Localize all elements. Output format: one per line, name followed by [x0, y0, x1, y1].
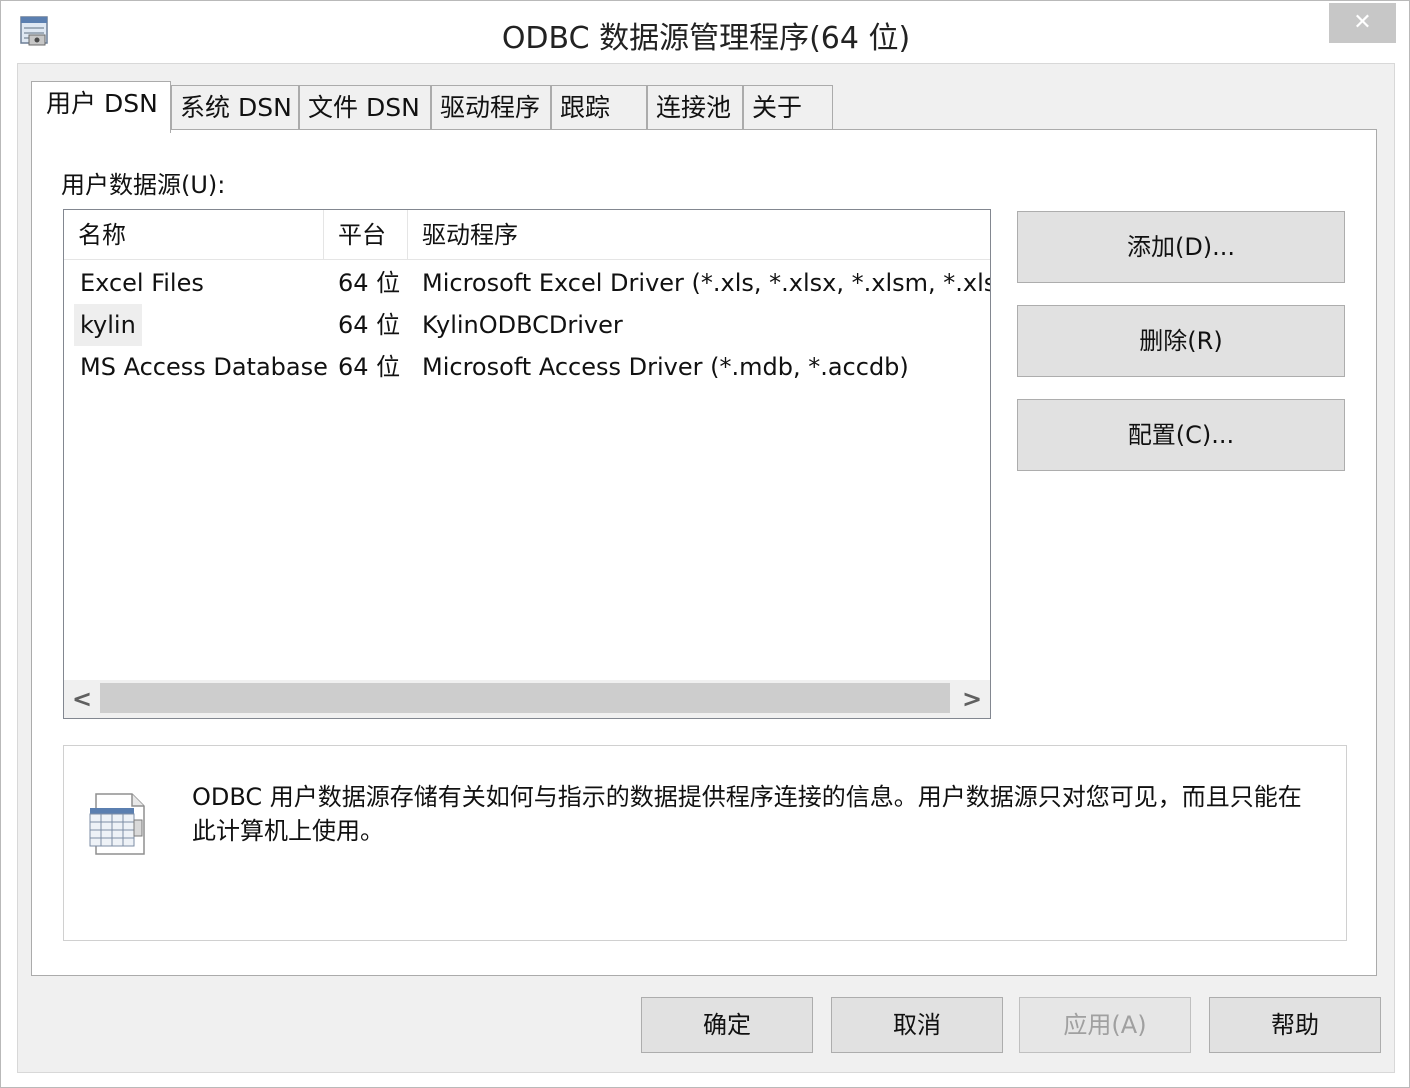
row-platform: 64 位 [338, 311, 401, 339]
user-data-sources-label: 用户数据源(U): [61, 171, 226, 199]
close-icon: ✕ [1353, 10, 1372, 35]
tab-label: 用户 DSN [46, 89, 158, 118]
info-box: ODBC 用户数据源存储有关如何与指示的数据提供程序连接的信息。用户数据源只对您… [63, 745, 1347, 941]
info-description: ODBC 用户数据源存储有关如何与指示的数据提供程序连接的信息。用户数据源只对您… [192, 783, 1302, 845]
tab-label: 文件 DSN [308, 93, 420, 122]
row-driver: Microsoft Excel Driver (*.xls, *.xlsx, *… [422, 269, 991, 297]
tab-system-dsn[interactable]: 系统 DSN [171, 85, 299, 130]
close-button[interactable]: ✕ [1329, 3, 1396, 43]
list-item[interactable]: Excel Files 64 位 Microsoft Excel Driver … [64, 262, 990, 304]
row-name: Excel Files [80, 269, 204, 297]
tab-tracing[interactable]: 跟踪 [551, 85, 647, 130]
tab-about[interactable]: 关于 [743, 85, 833, 130]
row-platform: 64 位 [338, 353, 401, 381]
tab-drivers[interactable]: 驱动程序 [431, 85, 551, 130]
row-driver: KylinODBCDriver [422, 311, 623, 339]
tab-label: 驱动程序 [440, 93, 541, 122]
scrollbar-thumb[interactable] [100, 683, 950, 713]
tab-label: 连接池 [656, 93, 732, 122]
tab-file-dsn[interactable]: 文件 DSN [299, 85, 431, 130]
datasource-document-icon [88, 790, 152, 858]
list-item[interactable]: kylin 64 位 KylinODBCDriver [64, 304, 990, 346]
add-button[interactable]: 添加(D)... [1017, 211, 1345, 283]
tab-user-dsn[interactable]: 用户 DSN [31, 81, 171, 133]
tab-label: 关于 [752, 93, 803, 122]
tab-label: 跟踪 [560, 93, 611, 122]
row-name: MS Access Database [80, 353, 328, 381]
scroll-right-icon[interactable]: > [954, 680, 990, 718]
title-bar[interactable]: ODBC 数据源管理程序(64 位) ✕ [1, 1, 1409, 63]
column-header-platform[interactable]: 平台 [324, 210, 408, 260]
row-name: kylin [74, 304, 142, 346]
scroll-left-icon[interactable]: < [64, 680, 100, 718]
cancel-button[interactable]: 取消 [831, 997, 1003, 1053]
tab-label: 系统 DSN [180, 93, 292, 122]
column-header-name[interactable]: 名称 [64, 210, 324, 260]
help-button[interactable]: 帮助 [1209, 997, 1381, 1053]
ok-button[interactable]: 确定 [641, 997, 813, 1053]
row-platform: 64 位 [338, 269, 401, 297]
column-header-driver[interactable]: 驱动程序 [408, 210, 990, 260]
list-header: 名称 平台 驱动程序 [64, 210, 990, 260]
row-driver: Microsoft Access Driver (*.mdb, *.accdb) [422, 353, 909, 381]
remove-button[interactable]: 删除(R) [1017, 305, 1345, 377]
list-item[interactable]: MS Access Database 64 位 Microsoft Access… [64, 346, 990, 388]
configure-button[interactable]: 配置(C)... [1017, 399, 1345, 471]
apply-button[interactable]: 应用(A) [1019, 997, 1191, 1053]
horizontal-scrollbar[interactable]: < > [64, 680, 990, 718]
data-source-list[interactable]: 名称 平台 驱动程序 Excel Files 64 位 Microsoft Ex… [63, 209, 991, 719]
window-title: ODBC 数据源管理程序(64 位) [501, 21, 911, 56]
tab-connection-pooling[interactable]: 连接池 [647, 85, 743, 130]
odbc-admin-window: ODBC 数据源管理程序(64 位) ✕ 用户 DSN 系统 DSN 文件 DS… [0, 0, 1410, 1088]
